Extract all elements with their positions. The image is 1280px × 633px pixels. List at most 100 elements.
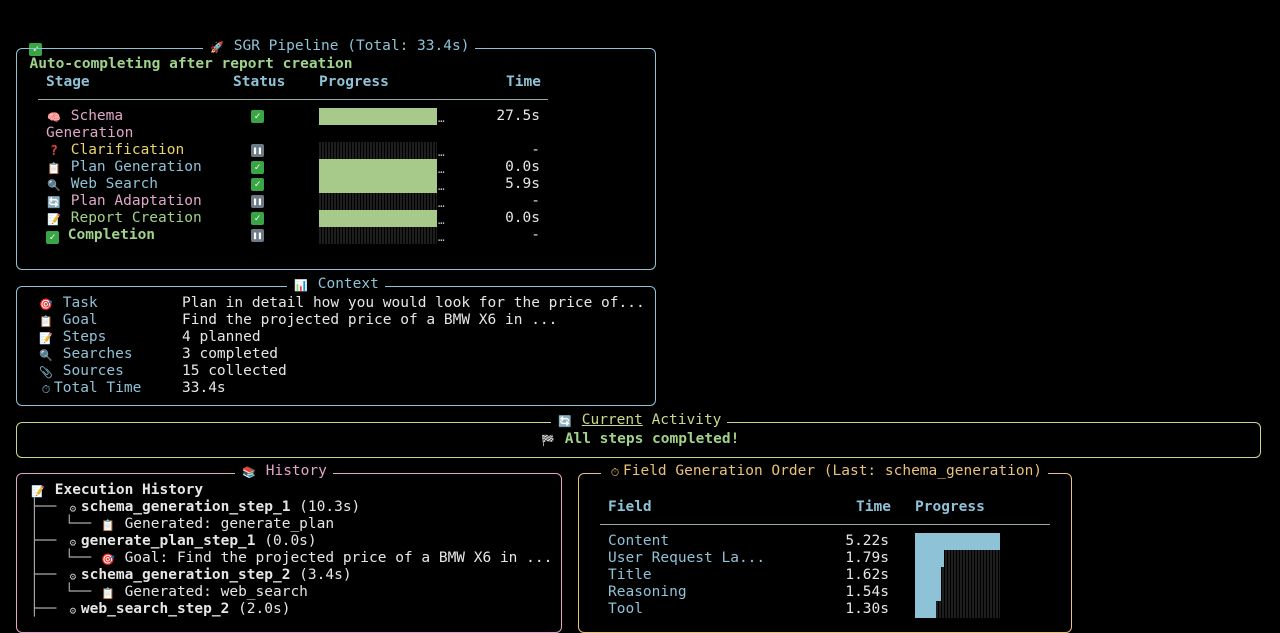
context-row-label: 🎯 Task [38,295,98,312]
history-item[interactable]: ├── ⚙ schema_generation_step_2 (3.4s) [30,567,352,584]
status-paused-icon: ❚❚ [251,144,264,157]
tree-branch: │ └── [30,550,100,566]
pipeline-title: 🚀 SGR Pipeline (Total: 33.4s) [203,38,476,55]
context-row-value: Plan in detail how you would look for th… [182,295,645,311]
progress-ellipsis: … [438,180,445,193]
checkered-flag-icon: 🏁 [541,434,555,447]
gear-icon: ⚙ [69,536,77,549]
history-item-name: generate_plan_step_1 [80,533,256,549]
context-label-text: Searches [54,346,133,362]
history-child-text: Generated: web_search [124,584,308,600]
target-icon: 🎯 [39,298,53,311]
context-row-value: 3 completed [182,346,279,362]
history-title: 📚 History [235,463,333,480]
tree-branch: ├── [30,601,65,617]
context-title: 📊 Context [287,276,385,293]
field-time: 5.22s [845,533,889,549]
progress-ellipsis: … [438,214,445,227]
field-header-field: Field [608,499,652,515]
progress-track [319,193,437,210]
context-row-value: Find the projected price of a BMW X6 in … [182,312,558,328]
history-child-text: Generated: generate_plan [124,516,335,532]
refresh-icon: 🔄 [47,196,61,209]
clipboard-icon: 📋 [39,315,53,328]
stopwatch-icon: ⏱ [41,383,51,396]
clipboard-icon: 📋 [100,519,115,532]
field-progress-bar [915,567,942,584]
activity-title: 🔄 Current Activity [551,412,728,429]
paperclip-icon: 📎 [39,366,53,379]
memo-icon: 📝 [47,213,61,226]
progress-ellipsis: … [438,163,445,176]
pipeline-stage: 🔍 Web Search [46,176,158,193]
brain-icon: 🧠 [47,111,61,124]
history-item-time: (3.4s) [299,567,352,583]
status-done-icon: ✓ [251,161,264,174]
pipeline-header-divider [38,99,548,100]
memo-icon: 📝 [39,332,53,345]
activity-title-underlined: Current [581,412,643,428]
books-icon: 📚 [242,466,256,479]
pipeline-stage-label: Clarification [70,142,185,158]
pipeline-header-status: Status [233,74,286,90]
pipeline-stage-label: Schema [70,108,124,124]
field-name: User Request La... [608,550,766,566]
pipeline-stage-label: Plan Adaptation [70,193,202,209]
context-row-value: 4 planned [182,329,261,345]
target-icon: 🎯 [100,553,115,566]
pipeline-stage-time: 0.0s [505,159,540,175]
history-item-time: (10.3s) [299,499,361,515]
field-name: Content [608,533,670,549]
pipeline-stage: ? Clarification [46,142,184,159]
history-item[interactable]: ├── ⚙ schema_generation_step_1 (10.3s) [30,499,360,516]
stopwatch-icon: ⏱ [610,466,620,479]
progress-ellipsis: … [438,197,445,210]
history-item-time: (2.0s) [238,601,291,617]
pipeline-stage-time: 0.0s [505,210,540,226]
field-time: 1.79s [845,550,889,566]
history-item-time: (0.0s) [264,533,317,549]
context-row-value: 33.4s [182,380,226,396]
status-done-icon: ✓ [251,178,264,191]
history-item-child: │ └── 📋 Generated: generate_plan [30,516,334,533]
context-label-text: Goal [54,312,98,328]
tree-branch: ├── [30,567,65,583]
history-root-text: Execution History [54,482,204,498]
pipeline-title-text: SGR Pipeline (Total: 33.4s) [233,38,470,54]
history-root: 📝 Execution History [30,482,203,499]
activity-title-rest: Activity [651,412,722,428]
pipeline-stage-label: Completion [67,227,156,243]
pipeline-stage-time: 5.9s [505,176,540,192]
memo-icon: 📝 [31,485,45,498]
progress-track [319,227,437,244]
history-item-child: │ └── 📋 Generated: web_search [30,584,308,601]
context-title-text: Context [317,276,379,292]
pipeline-stage-time: - [531,227,540,243]
status-done-icon: ✓ [251,212,264,225]
gear-icon: ⚙ [69,604,77,617]
check-icon: ✓ [46,231,59,244]
history-item[interactable]: ├── ⚙ generate_plan_step_1 (0.0s) [30,533,317,550]
magnifier-icon: 🔍 [39,349,53,362]
history-child-text: Goal: Find the projected price of a BMW … [124,550,553,566]
pipeline-stage: 🧠 Schema [46,108,123,125]
field-time: 1.54s [845,584,889,600]
status-done-icon: ✓ [251,110,264,123]
question-icon: ? [50,144,58,159]
field-order-title: ⏱ Field Generation Order (Last: schema_ge… [601,463,1049,480]
field-name: Title [608,567,652,583]
field-time: 1.62s [845,567,889,583]
field-order-title-text: Field Generation Order (Last: schema_gen… [623,463,1043,479]
field-progress-bar [915,584,941,601]
pipeline-stage-label: Report Creation [70,210,202,226]
progress-track [319,142,437,159]
pipeline-stage: 🔄 Plan Adaptation [46,193,202,210]
context-label-text: Steps [54,329,107,345]
pipeline-header-time: Time [506,74,541,90]
clipboard-icon: 📋 [47,162,61,175]
progress-ellipsis: … [438,231,445,244]
progress-ellipsis: … [438,112,445,125]
status-paused-icon: ❚❚ [251,229,264,242]
history-item-name: schema_generation_step_1 [80,499,291,515]
field-progress-bar [915,533,1000,550]
